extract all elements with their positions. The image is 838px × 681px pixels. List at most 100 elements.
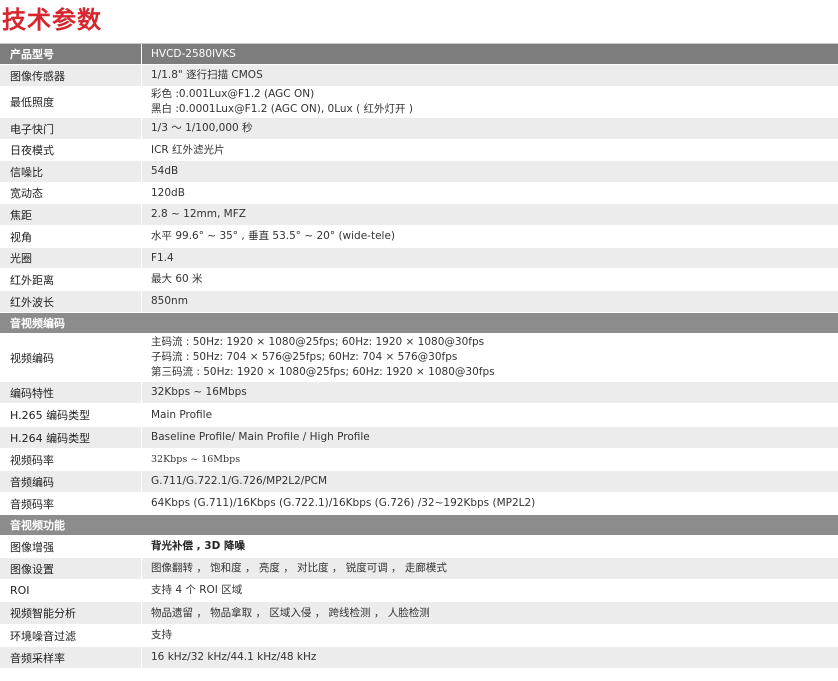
table-row: 最低照度 彩色 :0.001Lux@F1.2 (AGC ON) 黑白 :0.0001… [0,87,838,118]
table-row: H.264 编码类型 Baseline Profile/ Main Profile… [0,427,838,449]
spec-value-line: 物品遗留 ， 物品拿取 ， 区域入侵 ， 跨线检测 ， 人脸检测 [151,606,430,619]
spec-key: 最低照度 [0,87,142,117]
spec-value: G.711/G.722.1/G.726/MP2L2/PCM [142,471,838,492]
spec-key: 图像增强 [0,536,142,557]
section-av-function: 音视频功能 [0,515,838,536]
spec-value-line: 54dB [151,165,179,177]
spec-key: 红外波长 [0,291,142,312]
table-row: H.265 编码类型 Main Profile [0,404,838,427]
table-row: 红外波长 850nm [0,291,838,313]
spec-value-line: 120dB [151,186,185,199]
spec-key: 视角 [0,226,142,247]
basic-spec-group: 图像传感器 1/1.8" 逐行扫描 CMOS 最低照度 彩色 :0.001Lux@F1… [0,65,838,313]
table-row: 视频智能分析 物品遗留 ， 物品拿取 ， 区域入侵 ， 跨线检测 ， 人脸检测 [0,602,838,625]
spec-value: 支持 [142,625,838,646]
spec-key: 日夜模式 [0,140,142,160]
spec-value-line: Main Profile [151,408,213,421]
av-spec-group: 视频编码 主码流 : 50Hz: 1920 × 1080@25fps; 60Hz:… [0,334,838,515]
spec-value-line: 1/3 ～ 1/100,000 秒 [151,122,253,134]
spec-key: 图像设置 [0,558,142,579]
spec-value-line: 子码流 : 50Hz: 704 × 576@25fps; 60Hz: 704 ×… [151,351,458,363]
section-title: 音视频功能 [10,519,65,532]
page-title: 技术参数 [2,6,102,34]
table-row: 宽动态 120dB [0,183,838,204]
spec-value: 16 kHz/32 kHz/44.1 kHz/48 kHz [142,647,838,668]
table-row: 电子快门 1/3 ～ 1/100,000 秒 [0,118,838,140]
header-key: 产品型号 [0,44,142,64]
section-title: 音视频编码 [10,317,65,330]
spec-value: 水平 99.6° ~ 35° , 垂直 53.5° ~ 20° (wide-te… [142,226,838,247]
spec-value-line: G.711/G.722.1/G.726/MP2L2/PCM [151,475,328,487]
spec-value: 54dB [142,161,838,182]
spec-value-line: Baseline Profile/ Main Profile / High Pr… [151,431,370,443]
spec-value-line: 支持 [151,629,172,641]
table-row: 音频采样率 16 kHz/32 kHz/44.1 kHz/48 kHz [0,647,838,669]
spec-key: ROI [0,580,142,601]
header-value: HVCD-2580IVKS [151,47,236,60]
spec-key: 音频码率 [0,493,142,514]
table-row: 红外距离 最大 60 米 [0,269,838,291]
spec-key: 音频采样率 [0,647,142,668]
spec-value: 彩色 :0.001Lux@F1.2 (AGC ON) 黑白 :0.0001Lux@… [142,87,838,117]
spec-page: 技术参数 产品型号 HVCD-2580IVKS 图像传感器 1/1.8" 逐行扫描… [0,0,838,681]
spec-value-line: 32Kbps ~ 16Mbps [151,454,241,465]
spec-key: 视频智能分析 [0,602,142,624]
function-spec-group: 图像增强 背光补偿 , 3D 降噪 图像设置 图像翻转 ， 饱和度 ， 亮度 ， 对比… [0,536,838,669]
spec-value: 背光补偿 , 3D 降噪 [142,536,838,557]
spec-key: 视频编码 [0,334,142,381]
spec-value: 2.8 ~ 12mm, MFZ [142,204,838,225]
spec-value-line: 1/1.8" 逐行扫描 CMOS [151,69,263,81]
spec-key: H.265 编码类型 [0,404,142,426]
spec-value: Main Profile [142,404,838,426]
spec-key: 音频编码 [0,471,142,492]
spec-value-line: 最大 60 米 [151,273,203,285]
spec-value-line: 支持 4 个 ROI 区域 [151,584,243,596]
spec-value-line: 图像翻转 ， 饱和度 ， 亮度 ， 对比度 ， 锐度可调 ， 走廊模式 [151,562,447,574]
spec-value-line: 黑白 :0.0001Lux@F1.2 (AGC ON), 0Lux ( 红外灯开… [151,103,413,115]
spec-key: 编码特性 [0,382,142,403]
table-row: 视频编码 主码流 : 50Hz: 1920 × 1080@25fps; 60Hz:… [0,334,838,382]
table-row: 图像设置 图像翻转 ， 饱和度 ， 亮度 ， 对比度 ， 锐度可调 ， 走廊模式 [0,558,838,580]
spec-value-line: 水平 99.6° ~ 35° , 垂直 53.5° ~ 20° (wide-te… [151,230,396,242]
table-row: 图像传感器 1/1.8" 逐行扫描 CMOS [0,65,838,87]
spec-value: 图像翻转 ， 饱和度 ， 亮度 ， 对比度 ， 锐度可调 ， 走廊模式 [142,558,838,579]
spec-value-line: 64Kbps (G.711)/16Kbps (G.722.1)/16Kbps (… [151,497,536,509]
spec-value: 1/1.8" 逐行扫描 CMOS [142,65,838,86]
spec-value-line: 32Kbps ~ 16Mbps [151,386,247,398]
spec-value: 主码流 : 50Hz: 1920 × 1080@25fps; 60Hz: 192… [142,334,838,381]
spec-key: 电子快门 [0,118,142,139]
spec-value-line: 2.8 ~ 12mm, MFZ [151,208,246,220]
spec-value: 32Kbps ~ 16Mbps [142,382,838,403]
spec-value-line: 彩色 :0.001Lux@F1.2 (AGC ON) [151,88,315,100]
spec-value: Baseline Profile/ Main Profile / High Pr… [142,427,838,448]
spec-key: H.264 编码类型 [0,427,142,448]
table-row: 光圈 F1.4 [0,248,838,269]
table-row: 焦距 2.8 ~ 12mm, MFZ [0,204,838,226]
spec-value-line: F1.4 [151,251,174,264]
table-row: 音频码率 64Kbps (G.711)/16Kbps (G.722.1)/16Kb… [0,493,838,515]
spec-value-line: ICR 红外滤光片 [151,143,225,156]
spec-value-line: 主码流 : 50Hz: 1920 × 1080@25fps; 60Hz: 192… [151,336,485,348]
spec-value: 物品遗留 ， 物品拿取 ， 区域入侵 ， 跨线检测 ， 人脸检测 [142,602,838,624]
spec-value: 32Kbps ~ 16Mbps [142,449,838,470]
spec-key: 宽动态 [0,183,142,203]
table-row: 视频码率 32Kbps ~ 16Mbps [0,449,838,471]
spec-value-line: 背光补偿 , 3D 降噪 [151,540,245,552]
table-row: 编码特性 32Kbps ~ 16Mbps [0,382,838,404]
table-row: 视角 水平 99.6° ~ 35° , 垂直 53.5° ~ 20° (wide-… [0,226,838,248]
table-row: ROI 支持 4 个 ROI 区域 [0,580,838,602]
table-row: 图像增强 背光补偿 , 3D 降噪 [0,536,838,558]
spec-value: ICR 红外滤光片 [142,140,838,160]
table-header-row: 产品型号 HVCD-2580IVKS [0,44,838,65]
spec-key: 光圈 [0,248,142,268]
spec-key: 信噪比 [0,161,142,182]
spec-key: 图像传感器 [0,65,142,86]
section-av-encoding: 音视频编码 [0,313,838,334]
spec-value: 64Kbps (G.711)/16Kbps (G.722.1)/16Kbps (… [142,493,838,514]
spec-key: 红外距离 [0,269,142,290]
table-row: 环境噪音过滤 支持 [0,625,838,647]
spec-table: 产品型号 HVCD-2580IVKS 图像传感器 1/1.8" 逐行扫描 CMOS… [0,43,838,669]
table-row: 日夜模式 ICR 红外滤光片 [0,140,838,161]
spec-value: 850nm [142,291,838,312]
spec-key: 环境噪音过滤 [0,625,142,646]
